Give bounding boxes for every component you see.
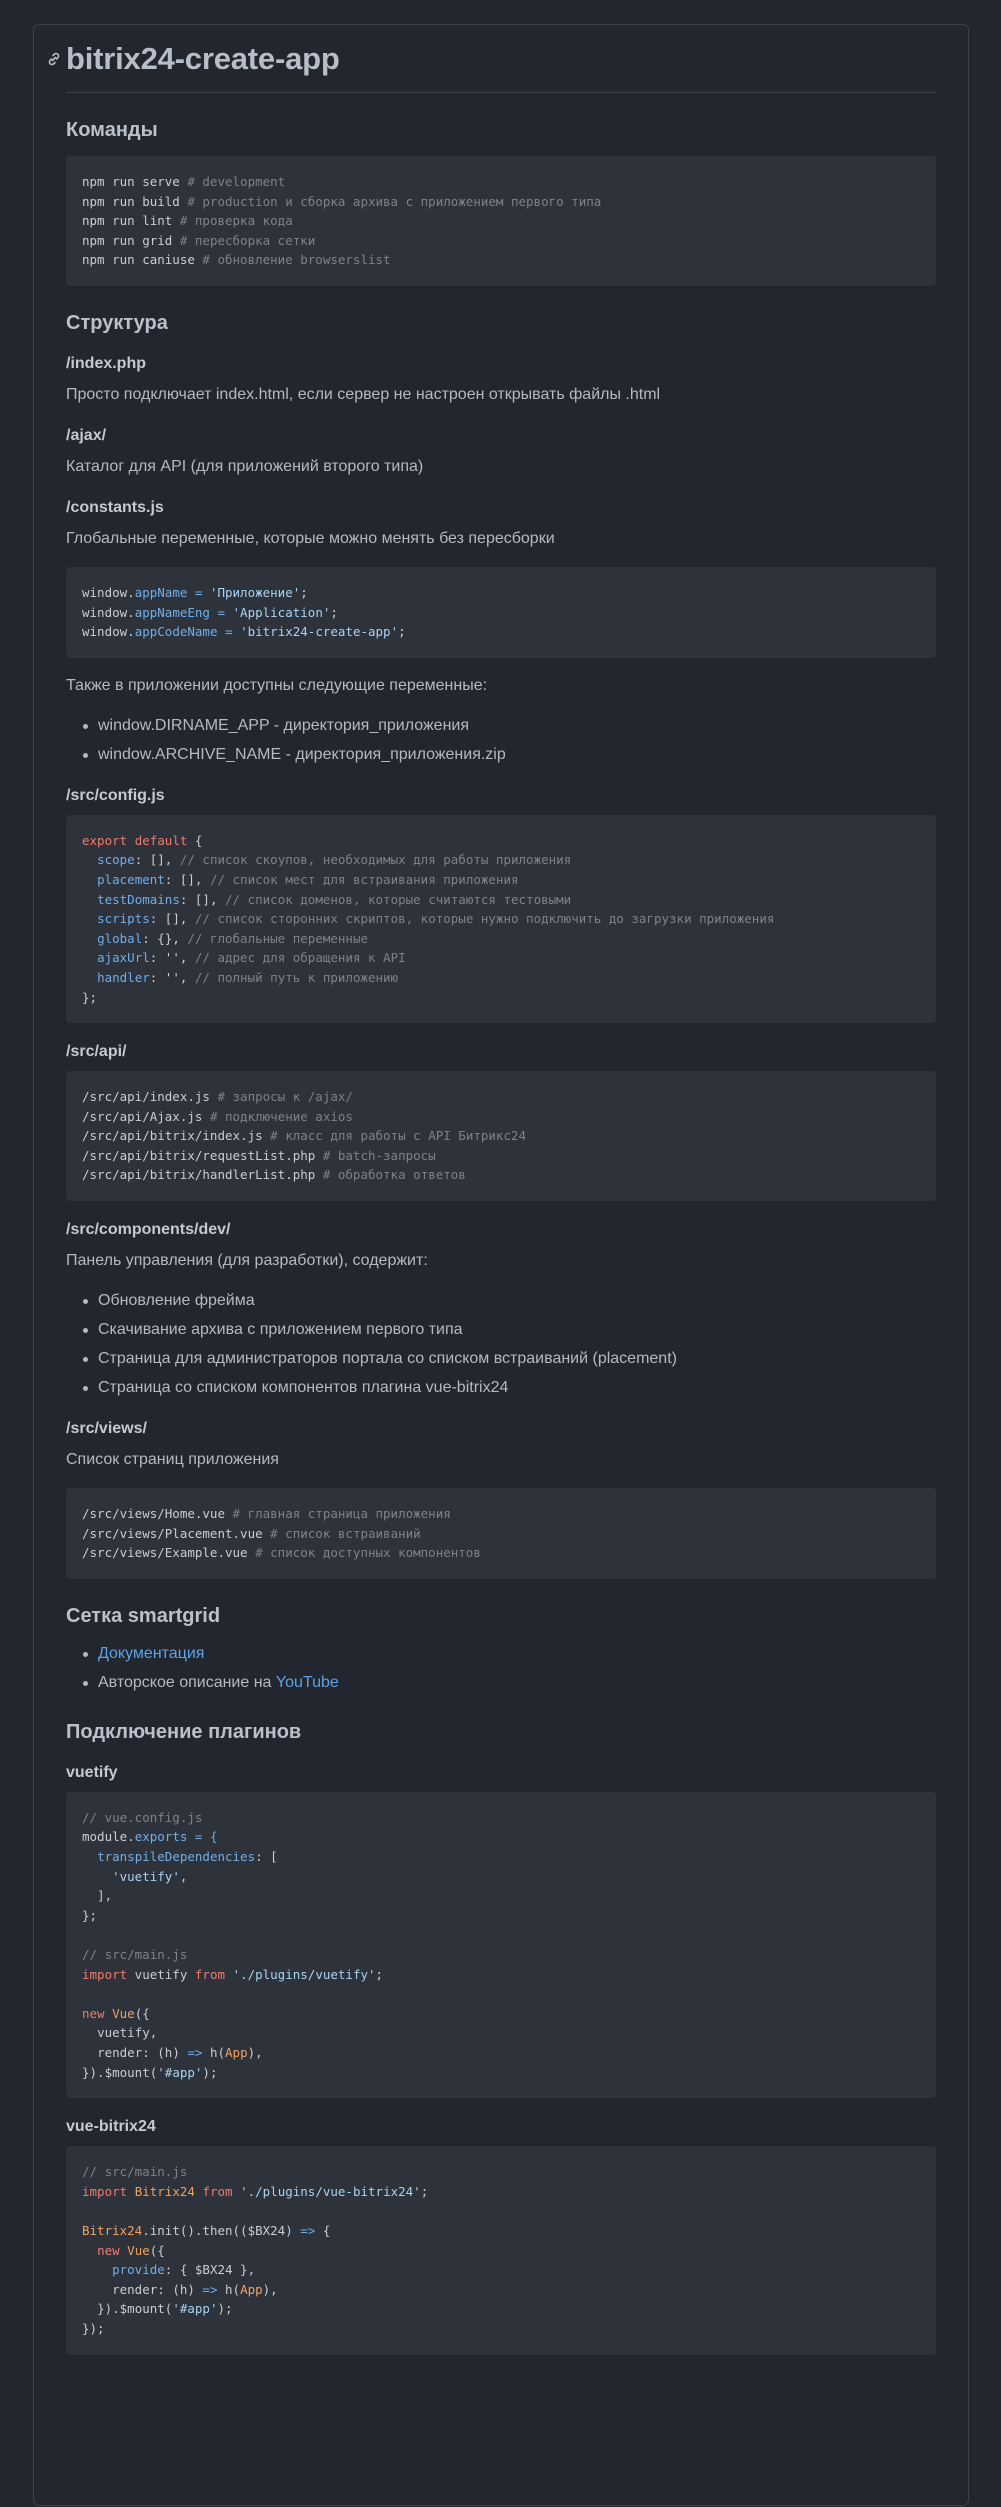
text-also-vars: Также в приложении доступны следующие пе… [66, 676, 488, 694]
heading-vue-bitrix24: vue-bitrix24 [66, 2118, 156, 2136]
heading-index-php: /index.php [66, 354, 146, 372]
youtube-link[interactable]: YouTube [276, 1674, 339, 1691]
text-ajax: Каталог для API (для приложений второго … [66, 457, 424, 475]
text-views: Список страниц приложения [66, 1451, 279, 1469]
list-smartgrid: Документация Авторское описание на YouTu… [66, 1642, 936, 1695]
code-vuetify: // vue.config.js module.exports = { tran… [66, 1791, 936, 2099]
heading-vuetify: vuetify [66, 1763, 118, 1781]
heading-commands: Команды [66, 119, 158, 141]
documentation-link[interactable]: Документация [98, 1645, 204, 1662]
heading-api: /src/api/ [66, 1043, 127, 1061]
code-constants: window.appName = 'Приложение'; window.ap… [66, 566, 936, 658]
heading-structure: Структура [66, 311, 168, 334]
page-title: bitrix24-create-app [66, 41, 340, 76]
code-views: /src/views/Home.vue # главная страница п… [66, 1488, 936, 1579]
heading-dev: /src/components/dev/ [66, 1221, 231, 1239]
list-item: Обновление фрейма [66, 1289, 936, 1313]
readme-title-row: bitrix24-create-app [48, 25, 936, 93]
code-vue-bitrix24: // src/main.js import Bitrix24 from './p… [66, 2146, 936, 2355]
heading-smartgrid: Сетка smartgrid [66, 1604, 221, 1627]
list-item: window.DIRNAME_APP - директория_приложен… [66, 714, 936, 738]
heading-views: /src/views/ [66, 1420, 147, 1438]
heading-ajax: /ajax/ [66, 426, 107, 444]
heading-plugins: Подключение плагинов [66, 1720, 302, 1743]
text-index-php: Просто подключает index.html, если серве… [66, 385, 661, 403]
list-item: Документация [66, 1642, 936, 1666]
list-item: Страница для администраторов портала со … [66, 1347, 936, 1371]
heading-constants: /constants.js [66, 498, 164, 516]
list-dev: Обновление фрейма Скачивание архива с пр… [66, 1289, 936, 1400]
code-api: /src/api/index.js # запросы к /ajax/ /sr… [66, 1071, 936, 1202]
list-item: window.ARCHIVE_NAME - директория_приложе… [66, 743, 936, 767]
list-item: Страница со списком компонентов плагина … [66, 1376, 936, 1400]
list-item: Авторское описание на YouTube [66, 1671, 936, 1695]
text-dev: Панель управления (для разработки), соде… [66, 1252, 428, 1270]
list-item: Скачивание архива с приложением первого … [66, 1318, 936, 1342]
heading-config: /src/config.js [66, 786, 165, 804]
code-config: export default { scope: [], // список ск… [66, 814, 936, 1024]
readme-card: bitrix24-create-app Команды npm run serv… [33, 24, 969, 2506]
code-commands: npm run serve # development npm run buil… [66, 156, 936, 286]
text-constants: Глобальные переменные, которые можно мен… [66, 529, 555, 547]
link-icon[interactable] [46, 51, 62, 67]
list-vars: window.DIRNAME_APP - директория_приложен… [66, 714, 936, 767]
